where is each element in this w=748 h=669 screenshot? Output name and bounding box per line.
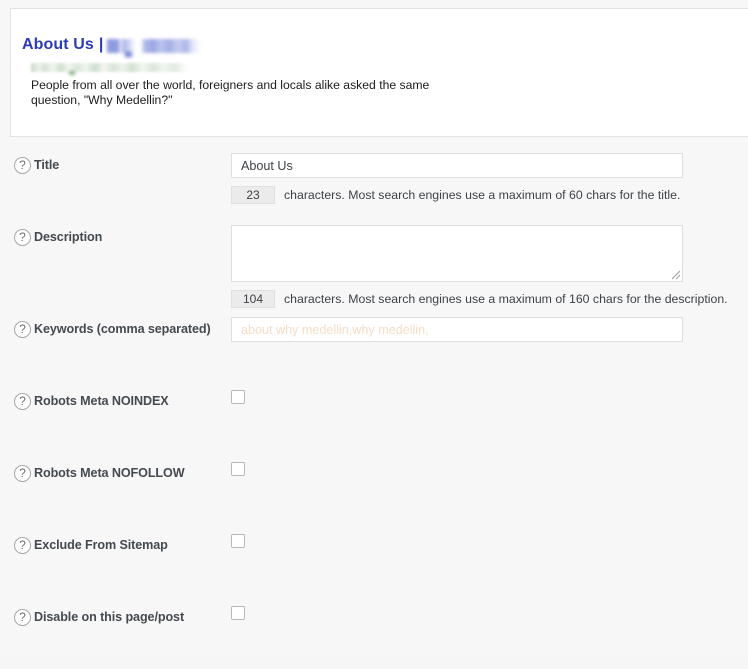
description-label-cell: ? Description <box>14 228 102 247</box>
title-label-cell: ? Title <box>14 156 59 175</box>
seo-settings-form: ? Title 23 characters. Most search engin… <box>0 145 748 669</box>
description-textarea[interactable] <box>231 225 683 282</box>
title-control: 23 characters. Most search engines use a… <box>231 153 683 204</box>
search-preview-title-separator: | <box>98 36 104 53</box>
robots-nofollow-checkbox[interactable] <box>231 462 245 476</box>
search-preview-title-text: About Us <box>22 36 94 53</box>
robots-noindex-row: ? Robots Meta NOINDEX <box>0 381 748 453</box>
keywords-label-cell: ? Keywords (comma separated) <box>14 320 211 339</box>
exclude-sitemap-control <box>231 533 245 548</box>
robots-nofollow-row: ? Robots Meta NOFOLLOW <box>0 453 748 525</box>
description-counter-line: 104 characters. Most search engines use … <box>231 290 728 308</box>
disable-on-page-row: ? Disable on this page/post <box>0 597 748 669</box>
keywords-input[interactable] <box>231 317 683 342</box>
robots-nofollow-control <box>231 461 245 476</box>
question-mark-icon[interactable]: ? <box>14 229 31 246</box>
description-textarea-wrap <box>231 225 683 282</box>
title-counter-text: characters. Most search engines use a ma… <box>284 188 681 202</box>
robots-noindex-label: Robots Meta NOINDEX <box>34 394 169 408</box>
robots-noindex-control <box>231 389 245 404</box>
question-mark-icon[interactable]: ? <box>14 393 31 410</box>
disable-on-page-control <box>231 605 245 620</box>
exclude-sitemap-label-cell: ? Exclude From Sitemap <box>14 536 168 555</box>
disable-on-page-label-cell: ? Disable on this page/post <box>14 608 184 627</box>
disable-on-page-label: Disable on this page/post <box>34 610 185 624</box>
seo-meta-box: About Us | People from all over the worl… <box>0 0 748 657</box>
robots-noindex-checkbox[interactable] <box>231 390 245 404</box>
description-label: Description <box>34 230 103 244</box>
keywords-label: Keywords (comma separated) <box>34 322 211 336</box>
keywords-control <box>231 317 683 342</box>
robots-noindex-label-cell: ? Robots Meta NOINDEX <box>14 392 169 411</box>
description-row: ? Description 104 characters. Most searc… <box>0 217 748 309</box>
question-mark-icon[interactable]: ? <box>14 609 31 626</box>
description-counter-text: characters. Most search engines use a ma… <box>284 292 728 306</box>
title-counter-value: 23 <box>231 186 275 204</box>
blurred-url-line <box>31 63 191 72</box>
robots-nofollow-label: Robots Meta NOFOLLOW <box>34 466 185 480</box>
question-mark-icon[interactable]: ? <box>14 321 31 338</box>
disable-on-page-checkbox[interactable] <box>231 606 245 620</box>
exclude-sitemap-label: Exclude From Sitemap <box>34 538 168 552</box>
search-preview-panel: About Us | People from all over the worl… <box>10 8 748 137</box>
description-counter-value: 104 <box>231 290 275 308</box>
keywords-row: ? Keywords (comma separated) <box>0 309 748 381</box>
title-label: Title <box>34 158 60 172</box>
exclude-sitemap-row: ? Exclude From Sitemap <box>0 525 748 597</box>
search-preview-description: People from all over the world, foreigne… <box>31 78 430 107</box>
question-mark-icon[interactable]: ? <box>14 157 31 174</box>
question-mark-icon[interactable]: ? <box>14 537 31 554</box>
description-control: 104 characters. Most search engines use … <box>231 225 728 308</box>
exclude-sitemap-checkbox[interactable] <box>231 534 245 548</box>
robots-nofollow-label-cell: ? Robots Meta NOFOLLOW <box>14 464 185 483</box>
question-mark-icon[interactable]: ? <box>14 465 31 482</box>
title-counter-line: 23 characters. Most search engines use a… <box>231 186 683 204</box>
title-row: ? Title 23 characters. Most search engin… <box>0 145 748 217</box>
title-input[interactable] <box>231 153 683 178</box>
blurred-site-name <box>107 38 202 53</box>
search-preview-title: About Us | <box>22 35 748 54</box>
